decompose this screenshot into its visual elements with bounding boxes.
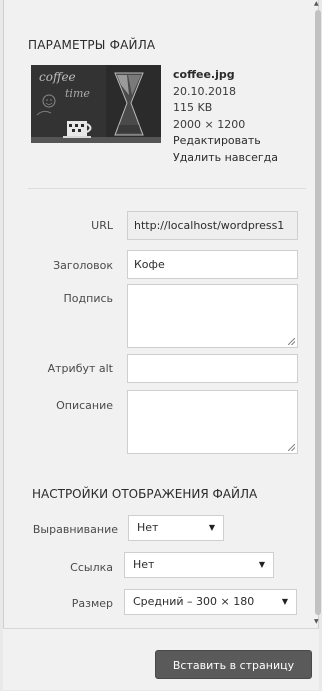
link-select-value: Нет [133, 558, 155, 571]
panel-scrollbar[interactable]: ▲ ▼ [313, 0, 322, 628]
attachment-filename: coffee.jpg [173, 68, 235, 81]
thumbnail-image: coffee time [31, 65, 161, 143]
caption-resize-handle[interactable] [288, 338, 295, 345]
description-resize-handle[interactable] [288, 444, 295, 451]
description-label: Описание [56, 399, 113, 412]
attachment-filesize: 115 KB [173, 101, 213, 114]
attachment-details-panel: ПАРАМЕТРЫ ФАЙЛА coffee time coffee.jpg 2… [8, 0, 309, 628]
media-frame: ПАРАМЕТРЫ ФАЙЛА coffee time coffee.jpg 2… [3, 0, 322, 690]
title-field[interactable]: Кофе [127, 250, 298, 279]
caption-label: Подпись [63, 292, 113, 305]
details-divider [28, 188, 306, 189]
size-select-value: Средний – 300 × 180 [133, 595, 255, 608]
attachment-thumbnail[interactable]: coffee time [31, 65, 161, 143]
description-field[interactable] [127, 390, 298, 454]
alt-field[interactable] [127, 354, 298, 383]
caption-field[interactable] [127, 284, 298, 348]
delete-permanently-link[interactable]: Удалить навсегда [173, 150, 278, 167]
link-select[interactable]: Нет ▼ [124, 552, 274, 578]
scroll-up-icon[interactable]: ▲ [314, 0, 319, 7]
align-label: Выравнивание [32, 523, 118, 536]
display-settings-heading: НАСТРОЙКИ ОТОБРАЖЕНИЯ ФАЙЛА [32, 487, 258, 501]
thumbnail-text-2: time [65, 87, 90, 100]
link-label: Ссылка [70, 561, 113, 574]
align-select-value: Нет [137, 521, 159, 534]
url-field[interactable]: http://localhost/wordpress1 [127, 211, 298, 240]
scrollbar-thumb[interactable] [315, 10, 321, 615]
chevron-down-icon: ▼ [258, 560, 265, 569]
url-label: URL [91, 219, 113, 232]
align-select[interactable]: Нет ▼ [128, 515, 224, 541]
chevron-down-icon: ▼ [281, 597, 288, 606]
alt-label: Атрибут alt [47, 362, 113, 375]
attachment-dimensions: 2000 × 1200 [173, 117, 246, 131]
chevron-down-icon: ▼ [208, 523, 215, 532]
media-toolbar: Вставить в страницу [3, 628, 319, 690]
size-label: Размер [71, 597, 113, 610]
attachment-details-heading: ПАРАМЕТРЫ ФАЙЛА [28, 38, 156, 52]
insert-into-page-button[interactable]: Вставить в страницу [155, 650, 312, 679]
thumbnail-text-1: coffee [39, 70, 76, 84]
scroll-down-icon[interactable]: ▼ [314, 618, 319, 625]
size-select[interactable]: Средний – 300 × 180 ▼ [124, 589, 297, 615]
title-label: Заголовок [53, 259, 113, 272]
attachment-date: 20.10.2018 [173, 84, 236, 98]
edit-image-link[interactable]: Редактировать [173, 133, 278, 150]
attachment-meta: coffee.jpg 20.10.2018 115 KB 2000 × 1200… [173, 67, 278, 166]
